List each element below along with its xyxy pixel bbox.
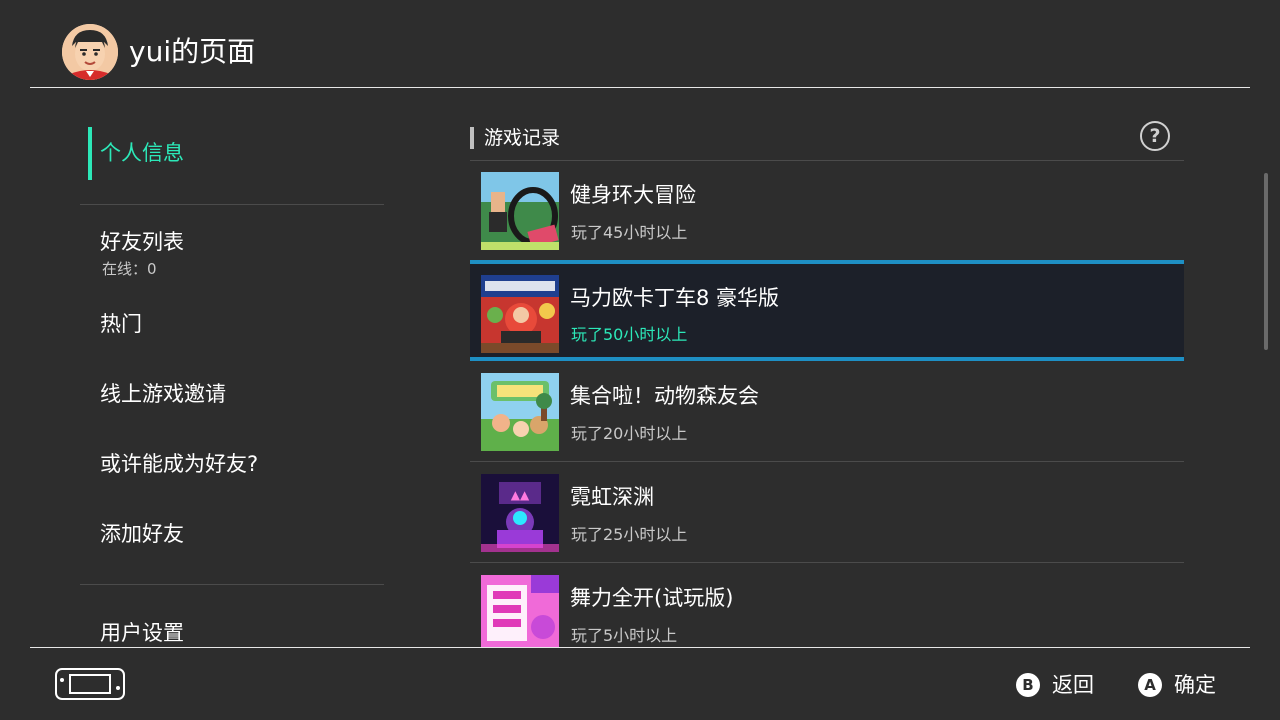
scrollbar[interactable]	[1264, 173, 1268, 350]
game-playtime: 玩了50小时以上	[571, 325, 688, 344]
section-marker	[470, 127, 474, 149]
b-button-icon: B	[1016, 673, 1040, 697]
game-thumbnail	[481, 575, 559, 647]
profile-screen: yui的页面 个人信息 好友列表 在线：0 热门 线上游戏邀请 或许能成为好友?…	[0, 0, 1280, 720]
sidebar-divider	[80, 204, 384, 205]
section-title: 游戏记录	[484, 127, 561, 149]
game-title: 健身环大冒险	[570, 183, 696, 207]
page-title: yui的页面	[129, 35, 256, 68]
back-label: 返回	[1052, 673, 1094, 697]
help-icon[interactable]: ?	[1140, 121, 1170, 151]
list-item-selected[interactable]: 马力欧卡丁车8 豪华版 玩了50小时以上	[470, 260, 1184, 361]
game-title: 霓虹深渊	[570, 485, 654, 509]
ring-fit-cover-icon	[481, 172, 559, 250]
list-item[interactable]: 健身环大冒险 玩了45小时以上	[470, 161, 1184, 261]
sidebar-item-online-count: 在线：0	[102, 260, 157, 278]
header: yui的页面	[0, 0, 1280, 88]
just-dance-cover-icon	[481, 575, 559, 647]
sidebar-item-suggested-friends[interactable]: 或许能成为好友?	[100, 450, 258, 478]
sidebar-item-profile[interactable]: 个人信息	[100, 139, 184, 167]
animal-crossing-cover-icon	[481, 373, 559, 451]
neon-abyss-cover-icon: ▲▲	[481, 474, 559, 552]
confirm-label: 确定	[1174, 673, 1216, 697]
sidebar-item-friend-list[interactable]: 好友列表	[100, 228, 184, 256]
row-divider	[470, 562, 1184, 563]
a-button-icon: A	[1138, 673, 1162, 697]
list-item[interactable]: ▲▲ 霓虹深渊 玩了25小时以上	[470, 463, 1184, 563]
game-playtime: 玩了5小时以上	[571, 626, 678, 645]
sidebar-item-add-friend[interactable]: 添加好友	[100, 520, 184, 548]
sidebar-item-online-invites[interactable]: 线上游戏邀请	[100, 380, 226, 408]
game-thumbnail	[481, 373, 559, 451]
game-playtime: 玩了20小时以上	[571, 424, 688, 443]
avatar[interactable]	[62, 24, 118, 80]
sidebar-item-user-settings[interactable]: 用户设置	[100, 619, 184, 647]
sidebar-item-hot[interactable]: 热门	[100, 310, 142, 338]
mii-avatar-icon	[62, 24, 118, 80]
mario-kart-cover-icon	[481, 275, 559, 353]
svg-text:▲▲: ▲▲	[511, 488, 530, 502]
game-title: 集合啦！动物森友会	[570, 384, 759, 408]
console-icon	[55, 668, 125, 700]
play-history-list: 健身环大冒险 玩了45小时以上 马力欧卡丁车8 豪华版 玩了50小时以上 集合啦…	[470, 161, 1184, 647]
game-title: 舞力全开(试玩版)	[570, 586, 734, 610]
list-item[interactable]: 舞力全开(试玩版) 玩了5小时以上	[470, 564, 1184, 647]
game-thumbnail	[481, 275, 559, 353]
game-thumbnail	[481, 172, 559, 250]
sidebar-active-indicator	[88, 127, 92, 180]
sidebar: 个人信息 好友列表 在线：0 热门 线上游戏邀请 或许能成为好友? 添加好友 用…	[0, 88, 400, 647]
sidebar-divider	[80, 584, 384, 585]
game-playtime: 玩了25小时以上	[571, 525, 688, 544]
footer-divider	[30, 647, 1250, 648]
game-playtime: 玩了45小时以上	[571, 223, 688, 242]
row-divider	[470, 461, 1184, 462]
list-item[interactable]: 集合啦！动物森友会 玩了20小时以上	[470, 362, 1184, 462]
game-title: 马力欧卡丁车8 豪华版	[570, 286, 780, 310]
game-thumbnail: ▲▲	[481, 474, 559, 552]
